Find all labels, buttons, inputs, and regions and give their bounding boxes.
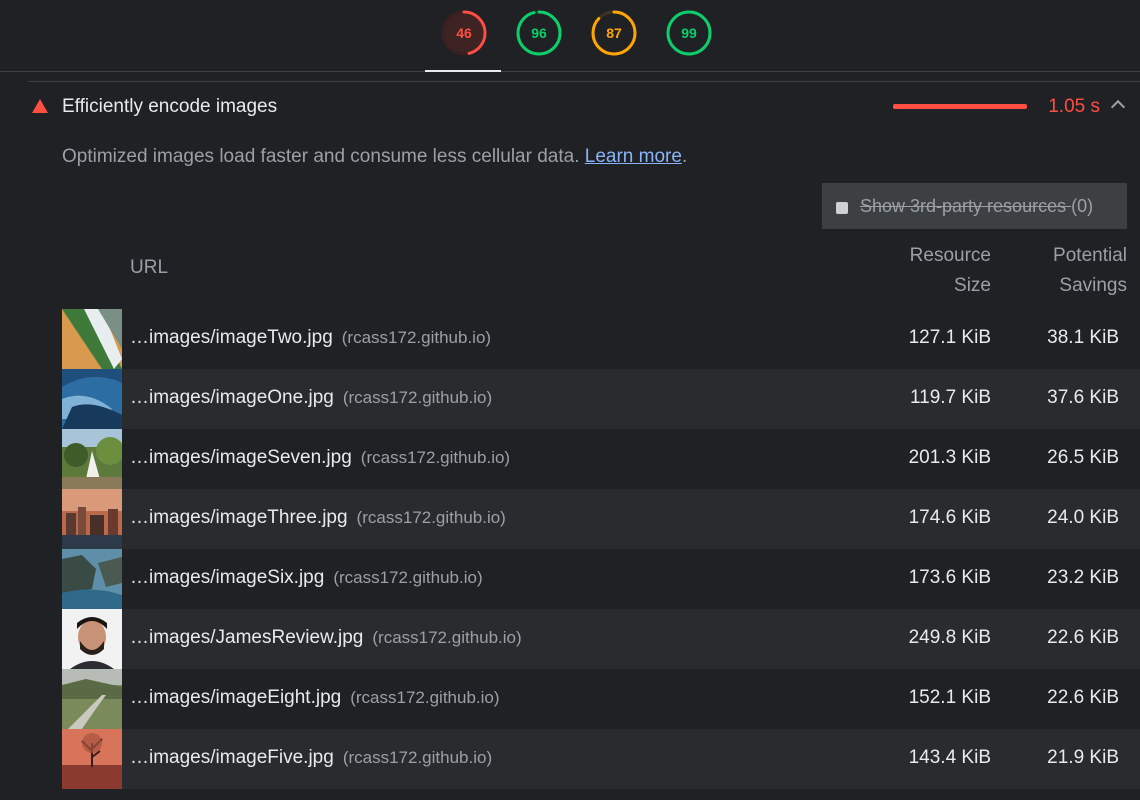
accessibility-score: 96: [531, 25, 547, 41]
column-header-potential-savings: Potential Savings: [1053, 245, 1127, 296]
potential-savings: 37.6 KiB: [1047, 387, 1119, 408]
third-party-count: (0): [1071, 196, 1094, 216]
potential-savings: 38.1 KiB: [1047, 327, 1119, 348]
image-thumbnail: [62, 729, 122, 789]
savings-bar: [893, 104, 1027, 109]
performance-score-gauge[interactable]: 46: [425, 10, 501, 72]
seo-score: 99: [681, 25, 697, 41]
potential-savings: 21.9 KiB: [1047, 747, 1119, 768]
resource-size: 173.6 KiB: [908, 567, 991, 588]
table-row: …images/imageTwo.jpg (rcass172.github.io)…: [62, 309, 1140, 369]
seo-score-gauge[interactable]: 99: [666, 10, 712, 56]
audit-header[interactable]: Efficiently encode images 1.05 s: [0, 84, 1140, 130]
resource-table: …images/imageTwo.jpg (rcass172.github.io)…: [62, 309, 1140, 789]
table-row: …images/imageSix.jpg (rcass172.github.io)…: [62, 549, 1140, 609]
image-thumbnail: [62, 429, 122, 489]
description-text: Optimized images load faster and consume…: [62, 146, 580, 167]
performance-score: 46: [456, 25, 472, 41]
third-party-filter[interactable]: Show 3rd-party resources (0): [822, 183, 1127, 229]
potential-savings: 22.6 KiB: [1047, 627, 1119, 648]
potential-savings: 26.5 KiB: [1047, 447, 1119, 468]
audit-title: Efficiently encode images: [62, 96, 278, 117]
image-thumbnail: [62, 489, 122, 549]
accessibility-score-gauge[interactable]: 96: [516, 10, 562, 56]
resource-size: 143.4 KiB: [908, 747, 991, 768]
column-header-url: URL: [130, 257, 169, 278]
audit-divider: [28, 81, 1140, 82]
image-thumbnail: [62, 309, 122, 369]
column-header-resource-size: Resource Size: [909, 245, 991, 296]
table-row: …images/imageOne.jpg (rcass172.github.io)…: [62, 369, 1140, 429]
warning-triangle-icon: [32, 99, 48, 113]
third-party-checkbox[interactable]: [836, 202, 848, 214]
image-thumbnail: [62, 669, 122, 729]
image-thumbnail: [62, 609, 122, 669]
image-thumbnail: [62, 549, 122, 609]
third-party-filter-label: Show 3rd-party resources (0): [860, 196, 1094, 216]
resource-url[interactable]: …images/JamesReview.jpg (rcass172.github.…: [130, 627, 522, 649]
resource-size: 127.1 KiB: [908, 327, 991, 348]
best-practices-score: 87: [606, 25, 622, 41]
description-period: .: [681, 146, 688, 167]
table-row: …images/imageSeven.jpg (rcass172.github.i…: [62, 429, 1140, 489]
resource-size: 201.3 KiB: [908, 447, 991, 468]
resource-size: 119.7 KiB: [910, 387, 991, 408]
audit-description: Optimized images load faster and consume…: [62, 146, 687, 168]
image-thumbnail: [62, 369, 122, 429]
resource-url[interactable]: …images/imageThree.jpg (rcass172.github.i…: [130, 507, 506, 529]
audit-savings-value: 1.05 s: [1048, 96, 1100, 117]
potential-savings: 22.6 KiB: [1047, 687, 1119, 708]
table-row: …images/imageFive.jpg (rcass172.github.io…: [62, 729, 1140, 789]
resource-url[interactable]: …images/imageOne.jpg (rcass172.github.io): [130, 387, 492, 409]
resource-url[interactable]: …images/imageEight.jpg (rcass172.github.i…: [130, 687, 500, 709]
table-row: …images/imageThree.jpg (rcass172.github.i…: [62, 489, 1140, 549]
table-row: …images/JamesReview.jpg (rcass172.github.…: [62, 609, 1140, 669]
chevron-up-icon[interactable]: [1110, 99, 1126, 115]
potential-savings: 23.2 KiB: [1047, 567, 1119, 588]
resource-size: 152.1 KiB: [908, 687, 991, 708]
potential-savings: 24.0 KiB: [1047, 507, 1119, 528]
resource-url[interactable]: …images/imageFive.jpg (rcass172.github.io…: [130, 747, 492, 769]
score-header: 46 96 87 99: [0, 0, 1140, 72]
resource-url[interactable]: …images/imageSeven.jpg (rcass172.github.i…: [130, 447, 510, 469]
learn-more-link[interactable]: Learn more: [585, 146, 682, 167]
resource-size: 249.8 KiB: [908, 627, 991, 648]
best-practices-score-gauge[interactable]: 87: [591, 10, 637, 56]
resource-url[interactable]: …images/imageSix.jpg (rcass172.github.io): [130, 567, 483, 589]
resource-url[interactable]: …images/imageTwo.jpg (rcass172.github.io): [130, 327, 491, 349]
table-row: …images/imageEight.jpg (rcass172.github.i…: [62, 669, 1140, 729]
resource-size: 174.6 KiB: [908, 507, 991, 528]
